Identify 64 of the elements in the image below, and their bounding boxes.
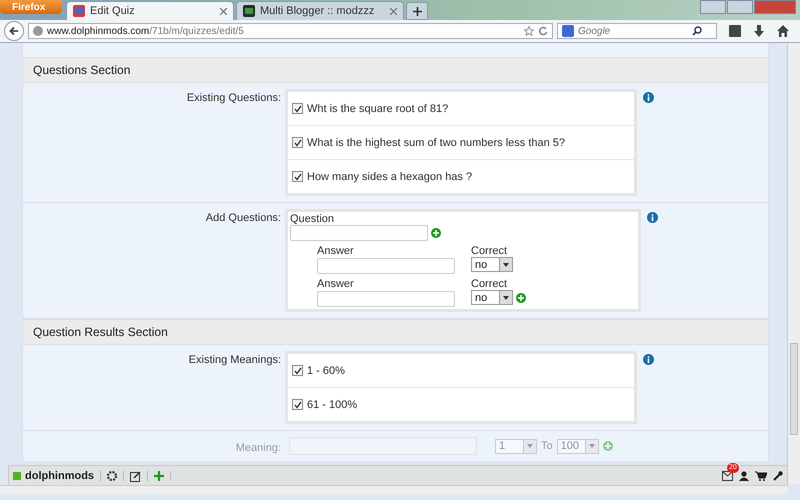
scrollbar[interactable] [787,43,800,484]
browser-tab[interactable]: Edit Quiz [66,1,234,20]
field-label: Existing Questions: [186,91,282,104]
reload-icon[interactable] [538,26,548,36]
caret-icon [527,444,533,448]
dropdown[interactable]: no [471,257,513,272]
add-icon[interactable] [431,228,441,238]
search-bar[interactable]: Google [557,23,717,39]
item-text: What is the highest sum of two numbers less than 5? [307,136,566,148]
site-link[interactable]: dolphinmods [13,470,102,482]
section-header: Question Results Section [23,319,768,345]
field-label: Correct [471,278,508,290]
checkbox[interactable] [292,103,303,114]
question-field[interactable] [290,225,428,241]
browser-tab[interactable]: Multi Blogger :: modzzz [236,1,404,20]
download-icon[interactable] [753,25,765,37]
field-label: Answer [317,245,355,257]
caret-icon [503,296,509,300]
favicon-icon [243,5,255,17]
add-icon[interactable] [154,471,164,481]
star-icon[interactable] [524,26,534,36]
info-icon[interactable] [643,92,654,103]
arrow-icon [9,26,19,36]
edit-icon[interactable] [130,470,142,482]
info-icon[interactable] [643,354,654,365]
field-label: Existing Meanings: [188,353,282,366]
item-text: How many sides a hexagon has ? [307,170,472,182]
back-button[interactable] [4,21,24,41]
plus-icon [412,6,422,16]
mail-icon[interactable] [722,471,733,481]
horizontal-scrollbar[interactable] [0,485,788,494]
section-header: Questions Section [23,57,768,83]
item-text: Wht is the square root of 81? [307,102,448,114]
info-icon[interactable] [647,212,658,223]
dropdown[interactable]: no [471,290,513,305]
close-icon[interactable] [390,8,397,14]
field-label: Add Questions: [204,211,282,224]
caret-icon [588,444,595,448]
item-text: 61 - 100% [307,398,358,410]
caret-icon [503,262,509,266]
cart-icon[interactable] [755,471,767,481]
home-icon[interactable] [777,25,789,37]
checkbox[interactable] [292,365,303,376]
favicon-icon [73,5,85,17]
wrench-icon[interactable] [773,471,783,481]
item-text: 1 - 60% [307,364,345,376]
close-icon[interactable] [220,8,227,14]
field-label: To [541,440,553,452]
checkbox[interactable] [292,137,303,148]
answer-field[interactable] [317,291,455,307]
field-label: Answer [317,278,355,290]
add-icon[interactable] [516,292,526,302]
new-tab-button[interactable] [406,2,428,20]
answer-field[interactable] [317,258,455,274]
address-bar[interactable]: www.dolphinmods.com/71b/m/quizzes/edit/5 [28,23,553,39]
user-icon[interactable] [739,471,749,481]
checkbox[interactable] [292,171,303,182]
search-icon[interactable] [692,26,702,36]
field-label: Meaning: [234,440,282,454]
field-label: Question [290,213,336,225]
search-field[interactable]: Google [578,26,688,36]
field-label: Correct [471,245,508,257]
checkbox[interactable] [292,399,303,410]
settings-icon[interactable] [107,471,118,481]
